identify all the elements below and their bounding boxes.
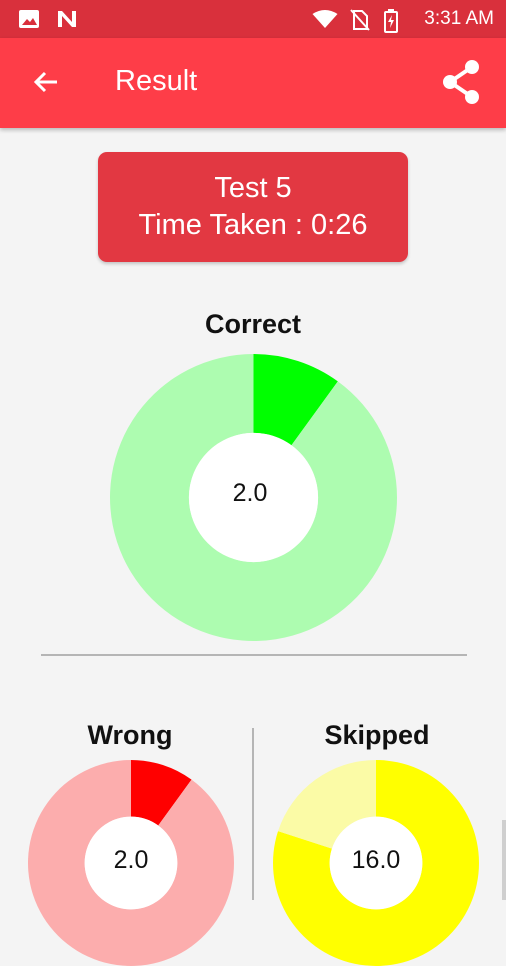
page-title: Result — [115, 65, 198, 97]
skipped-center-value: 16.0 — [351, 846, 401, 874]
app-bar: Result — [0, 38, 506, 128]
wrong-chart-title: Wrong — [87, 720, 173, 750]
status-time: 3:31 AM — [424, 8, 494, 29]
wrong-center-value: 2.0 — [113, 846, 149, 874]
share-icon[interactable] — [438, 58, 486, 106]
horizontal-divider — [41, 654, 467, 656]
test-name: Test 5 — [214, 172, 292, 204]
wifi-icon — [312, 10, 338, 28]
n-notification-icon — [58, 11, 76, 27]
correct-center-value: 2.0 — [232, 479, 268, 507]
time-taken: Time Taken : 0:26 — [138, 209, 368, 241]
correct-chart-title: Correct — [204, 309, 302, 339]
scrollbar-thumb[interactable] — [502, 820, 506, 900]
vertical-divider — [252, 728, 254, 900]
no-sim-icon — [350, 9, 370, 31]
skipped-chart-title: Skipped — [324, 720, 430, 750]
arrow-back-icon[interactable] — [28, 64, 64, 100]
image-icon — [19, 10, 39, 28]
status-bar: 3:31 AM — [0, 0, 506, 38]
summary-card: Test 5 Time Taken : 0:26 — [98, 152, 408, 262]
battery-charging-icon — [384, 9, 398, 33]
